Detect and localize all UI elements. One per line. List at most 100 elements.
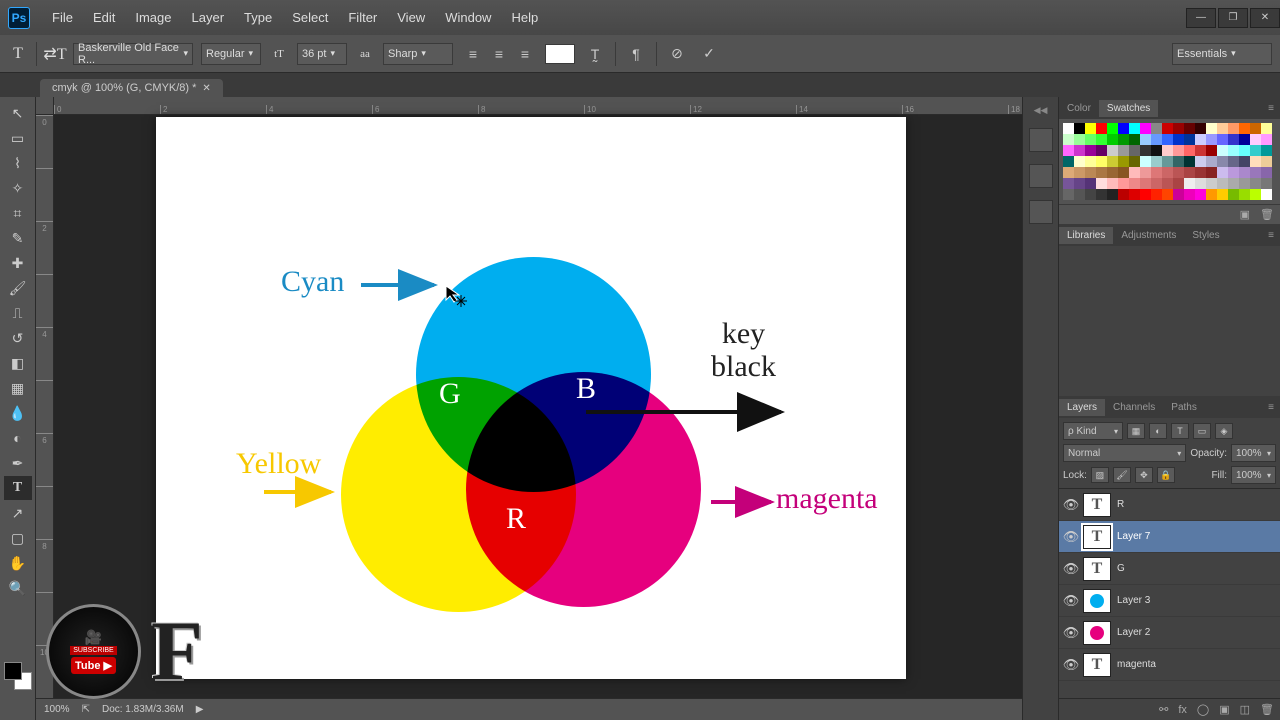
swatch[interactable] (1228, 123, 1239, 134)
status-arrow-icon[interactable]: ▶ (196, 704, 204, 715)
swatch[interactable] (1250, 178, 1261, 189)
swatch[interactable] (1195, 167, 1206, 178)
layer-row[interactable]: 👁Tmagenta (1059, 649, 1280, 681)
swatch[interactable] (1173, 123, 1184, 134)
gradient-tool-icon[interactable]: ▦ (4, 376, 32, 400)
canvas[interactable]: G B R Cyan Yellow magenta keyblack (156, 117, 906, 679)
swatch[interactable] (1173, 178, 1184, 189)
swatch[interactable] (1250, 189, 1261, 200)
swatch[interactable] (1129, 145, 1140, 156)
swatch[interactable] (1184, 178, 1195, 189)
filter-shape-icon[interactable]: ▭ (1193, 423, 1211, 439)
swatch[interactable] (1118, 145, 1129, 156)
pen-tool-icon[interactable]: ✒ (4, 451, 32, 475)
eraser-tool-icon[interactable]: ◧ (4, 351, 32, 375)
swatch[interactable] (1063, 156, 1074, 167)
swatch[interactable] (1195, 145, 1206, 156)
swatch[interactable] (1184, 156, 1195, 167)
workspace-dropdown[interactable]: Essentials (1172, 43, 1272, 65)
align-right-icon[interactable]: ≡ (513, 42, 537, 66)
swatch[interactable] (1118, 178, 1129, 189)
swatch[interactable] (1096, 145, 1107, 156)
swatch[interactable] (1184, 189, 1195, 200)
swatch[interactable] (1217, 134, 1228, 145)
color-picker[interactable] (4, 662, 32, 690)
eyedropper-tool-icon[interactable]: ✎ (4, 226, 32, 250)
shape-tool-icon[interactable]: ▢ (4, 526, 32, 550)
swatch[interactable] (1074, 189, 1085, 200)
swatch[interactable] (1140, 167, 1151, 178)
swatch[interactable] (1151, 156, 1162, 167)
layer-thumb[interactable] (1083, 621, 1111, 645)
swatch[interactable] (1228, 156, 1239, 167)
swatch[interactable] (1206, 167, 1217, 178)
swatch[interactable] (1162, 123, 1173, 134)
swatch[interactable] (1129, 123, 1140, 134)
minimize-button[interactable]: — (1186, 8, 1216, 28)
font-family-dropdown[interactable]: Baskerville Old Face R... (73, 43, 193, 65)
zoom-tool-icon[interactable]: 🔍 (4, 576, 32, 600)
swatch[interactable] (1239, 134, 1250, 145)
swatch[interactable] (1096, 134, 1107, 145)
swatch[interactable] (1228, 134, 1239, 145)
swatch[interactable] (1261, 167, 1272, 178)
swatch[interactable] (1217, 123, 1228, 134)
swatch[interactable] (1184, 167, 1195, 178)
path-tool-icon[interactable]: ↗ (4, 501, 32, 525)
swatch[interactable] (1261, 134, 1272, 145)
visibility-icon[interactable]: 👁 (1059, 657, 1083, 673)
swatch[interactable] (1228, 145, 1239, 156)
swatch[interactable] (1162, 167, 1173, 178)
swatch[interactable] (1118, 134, 1129, 145)
menu-image[interactable]: Image (125, 6, 181, 29)
swatch[interactable] (1107, 189, 1118, 200)
filter-pixel-icon[interactable]: ▦ (1127, 423, 1145, 439)
history-brush-tool-icon[interactable]: ↺ (4, 326, 32, 350)
swatch[interactable] (1206, 156, 1217, 167)
swatch[interactable] (1173, 189, 1184, 200)
swatch[interactable] (1173, 167, 1184, 178)
swatch[interactable] (1228, 178, 1239, 189)
swatch[interactable] (1195, 156, 1206, 167)
foreground-color[interactable] (4, 662, 22, 680)
visibility-icon[interactable]: 👁 (1059, 497, 1083, 513)
marquee-tool-icon[interactable]: ▭ (4, 126, 32, 150)
layer-thumb[interactable]: T (1083, 525, 1111, 549)
swatch[interactable] (1206, 123, 1217, 134)
swatch[interactable] (1140, 123, 1151, 134)
hand-tool-icon[interactable]: ✋ (4, 551, 32, 575)
swatch[interactable] (1085, 134, 1096, 145)
menu-window[interactable]: Window (435, 6, 501, 29)
filter-type-icon[interactable]: T (1171, 423, 1189, 439)
styles-tab[interactable]: Styles (1184, 227, 1227, 244)
swatch[interactable] (1184, 134, 1195, 145)
horizontal-ruler[interactable]: 024681012141618202224262830 (54, 97, 1022, 115)
paths-tab[interactable]: Paths (1163, 399, 1205, 416)
swatch[interactable] (1096, 123, 1107, 134)
fill-field[interactable]: 100% (1231, 466, 1276, 484)
healing-tool-icon[interactable]: ✚ (4, 251, 32, 275)
brush-tool-icon[interactable]: 🖌 (4, 276, 32, 300)
swatch[interactable] (1085, 123, 1096, 134)
swatch[interactable] (1239, 189, 1250, 200)
swatch[interactable] (1195, 189, 1206, 200)
layers-tab[interactable]: Layers (1059, 399, 1105, 416)
swatch[interactable] (1206, 134, 1217, 145)
libraries-tab[interactable]: Libraries (1059, 227, 1113, 244)
swatch[interactable] (1129, 156, 1140, 167)
swatch[interactable] (1063, 167, 1074, 178)
swatch[interactable] (1140, 156, 1151, 167)
layer-row[interactable]: 👁Layer 2 (1059, 617, 1280, 649)
lock-image-icon[interactable]: 🖌 (1113, 467, 1131, 483)
document-tab[interactable]: cmyk @ 100% (G, CMYK/8) * ✕ (40, 79, 223, 97)
swatch[interactable] (1118, 123, 1129, 134)
swatch[interactable] (1107, 123, 1118, 134)
swatch[interactable] (1107, 145, 1118, 156)
swatch[interactable] (1217, 178, 1228, 189)
swatch[interactable] (1085, 167, 1096, 178)
channels-tab[interactable]: Channels (1105, 399, 1163, 416)
swatch[interactable] (1195, 123, 1206, 134)
lock-all-icon[interactable]: 🔒 (1157, 467, 1175, 483)
visibility-icon[interactable]: 👁 (1059, 561, 1083, 577)
swatch[interactable] (1096, 189, 1107, 200)
